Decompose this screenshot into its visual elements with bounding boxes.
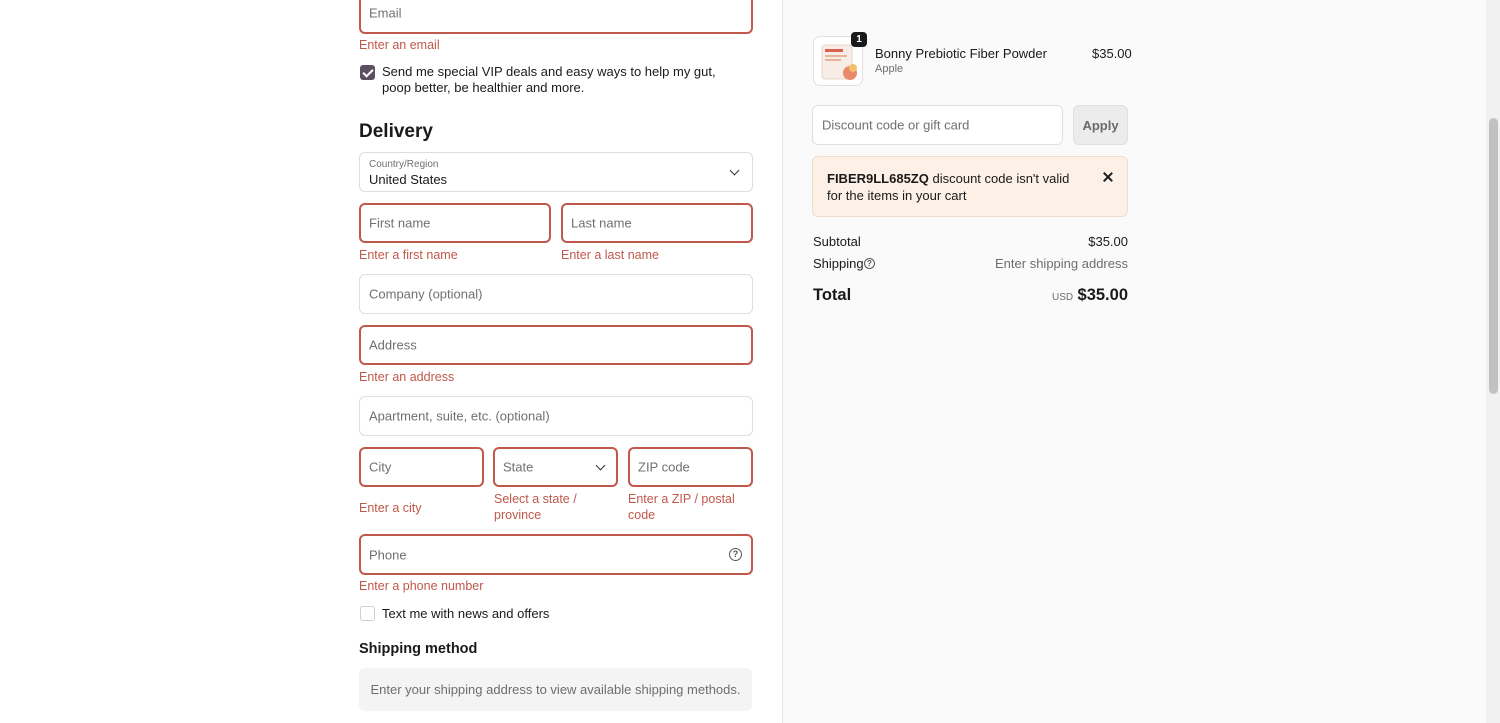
address-field[interactable]: Address [359, 325, 753, 365]
address-error: Enter an address [359, 370, 455, 384]
city-error: Enter a city [359, 501, 422, 515]
shipping-method-message: Enter your shipping address to view avai… [370, 682, 741, 697]
product-price: $35.00 [1092, 46, 1132, 61]
product-variant: Apple [875, 63, 904, 75]
company-placeholder: Company (optional) [369, 286, 483, 302]
country-value: United States [369, 172, 448, 187]
first-name-placeholder: First name [369, 215, 431, 231]
marketing-opt-in-label: Send me special VIP deals and easy ways … [382, 64, 716, 95]
country-select[interactable]: Country/Region United States [359, 152, 753, 192]
discount-placeholder: Discount code or gift card [822, 117, 970, 133]
currency-code: USD [1052, 292, 1074, 303]
zip-placeholder: ZIP code [638, 459, 690, 475]
total-label: Total [813, 286, 852, 304]
sms-checkbox[interactable] [360, 606, 375, 621]
city-placeholder: City [369, 459, 392, 475]
apartment-field[interactable]: Apartment, suite, etc. (optional) [359, 396, 753, 436]
state-error: Select a state / province [494, 492, 577, 522]
city-field[interactable]: City [359, 447, 484, 487]
email-field[interactable]: Email [359, 0, 753, 34]
address-placeholder: Address [369, 337, 417, 353]
shipping-label: Shipping [813, 256, 864, 271]
subtotal-value: $35.00 [1088, 234, 1128, 249]
checkout-form-panel: Email Enter an email Send me special VIP… [0, 0, 782, 723]
apply-label: Apply [1082, 117, 1119, 133]
total-value: $35.00 [1077, 286, 1128, 304]
question-circle-icon[interactable]: ? [864, 258, 875, 269]
chevron-down-icon [729, 165, 740, 176]
apply-discount-button[interactable]: Apply [1073, 105, 1128, 145]
shipping-value: Enter shipping address [995, 256, 1128, 271]
state-select[interactable]: State [493, 447, 618, 487]
page-scrollbar[interactable] [1486, 0, 1500, 723]
sms-opt-in-label: Text me with news and offers [382, 606, 550, 621]
discount-code-input[interactable]: Discount code or gift card [812, 105, 1063, 145]
company-field[interactable]: Company (optional) [359, 274, 753, 314]
last-name-error: Enter a last name [561, 248, 659, 262]
phone-error: Enter a phone number [359, 579, 484, 593]
last-name-placeholder: Last name [571, 215, 632, 231]
subtotal-label: Subtotal [813, 234, 861, 249]
first-name-field[interactable]: First name [359, 203, 551, 243]
shipping-method-placeholder: Enter your shipping address to view avai… [359, 668, 752, 711]
state-placeholder: State [503, 459, 534, 475]
email-error: Enter an email [359, 38, 440, 52]
phone-placeholder: Phone [369, 547, 407, 562]
phone-field[interactable]: Phone ? [359, 534, 753, 575]
discount-error-notice: FIBER9LL685ZQ discount code isn't valid … [812, 156, 1128, 217]
country-label: Country/Region [369, 159, 439, 170]
chevron-down-icon [595, 460, 606, 471]
apartment-placeholder: Apartment, suite, etc. (optional) [369, 408, 550, 424]
discount-notice-message: FIBER9LL685ZQ discount code isn't valid … [827, 171, 1087, 204]
zip-error: Enter a ZIP / postal code [628, 492, 735, 522]
last-name-field[interactable]: Last name [561, 203, 753, 243]
marketing-checkbox[interactable] [360, 65, 375, 80]
shipping-method-heading: Shipping method [359, 641, 478, 657]
delivery-heading: Delivery [359, 121, 433, 142]
close-icon[interactable] [1101, 170, 1115, 184]
product-name: Bonny Prebiotic Fiber Powder [875, 46, 1047, 61]
question-circle-icon[interactable]: ? [729, 548, 742, 561]
discount-code-text: FIBER9LL685ZQ [827, 171, 929, 186]
scrollbar-thumb[interactable] [1489, 118, 1498, 394]
email-placeholder: Email [369, 5, 402, 21]
zip-field[interactable]: ZIP code [628, 447, 753, 487]
first-name-error: Enter a first name [359, 248, 458, 262]
quantity-badge: 1 [851, 32, 867, 47]
